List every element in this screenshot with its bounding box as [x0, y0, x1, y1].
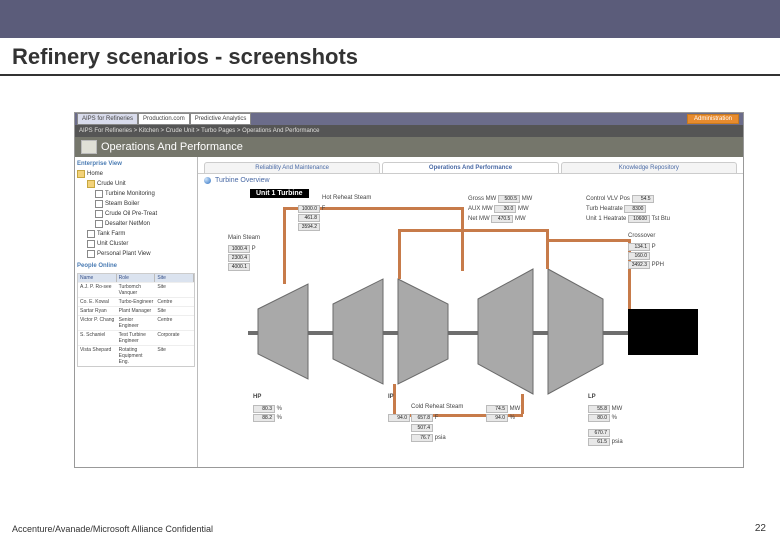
- hr-val-0: 1000.0: [298, 205, 320, 213]
- ms-val-0: 1000.4: [228, 245, 250, 253]
- sphere-icon: [204, 177, 211, 184]
- crossover-label: Crossover: [628, 233, 655, 239]
- hr-val-2: 3594.2: [298, 223, 320, 231]
- lp-val-2: 670.7: [588, 429, 610, 437]
- tree-node-4[interactable]: Crude Oil Pre-Treat: [105, 211, 157, 217]
- cr-val-0: 657.8: [411, 414, 433, 422]
- sidebar-tree: Home Crude Unit Turbine Monitoring Steam…: [77, 169, 195, 259]
- app-right-badge[interactable]: Administration: [687, 114, 739, 124]
- app-tab-0[interactable]: AIPS for Refineries: [77, 113, 138, 125]
- people-row-2[interactable]: Sartar RyanPlant ManagerSite: [78, 306, 194, 315]
- tree-node-5[interactable]: Desalter NetMon: [105, 221, 150, 227]
- lp-val-0: 55.8: [588, 405, 610, 413]
- people-row-1[interactable]: Co. E. KowalTurbo-EngineerCentre: [78, 297, 194, 306]
- tree-node-0[interactable]: Home: [87, 171, 103, 177]
- main-tabs: Reliability And Maintenance Operations A…: [198, 157, 743, 174]
- folder-icon: [77, 170, 85, 178]
- lp-label: LP: [588, 394, 596, 400]
- checkbox-icon[interactable]: [87, 240, 95, 248]
- ctrl-vlv-val: 54.5: [632, 195, 654, 203]
- overview-title: Turbine Overview: [215, 177, 270, 184]
- co-val-2: 3492.3: [628, 261, 650, 269]
- cr-val-2: 76.7: [411, 434, 433, 442]
- people-col-0: Name: [78, 274, 117, 282]
- checkbox-icon[interactable]: [95, 200, 103, 208]
- tree-node-6[interactable]: Tank Farm: [97, 231, 125, 237]
- slide-top-band: [0, 0, 780, 38]
- gross-mw-val: 500.5: [498, 195, 520, 203]
- page-title: Operations And Performance: [101, 141, 243, 153]
- people-row-4[interactable]: S. SchanielTest Turbine EngineerCorporat…: [78, 330, 194, 345]
- hp-val-0: 80.3: [253, 405, 275, 413]
- checkbox-icon[interactable]: [95, 210, 103, 218]
- checkbox-icon[interactable]: [87, 230, 95, 238]
- hp-label: HP: [253, 394, 261, 400]
- hr-val-1: 461.8: [298, 214, 320, 222]
- lp-val-3: 61.5: [588, 438, 610, 446]
- checkbox-icon[interactable]: [95, 220, 103, 228]
- people-row-0[interactable]: A.J. P. Ro-seeTurbomch VanquerSite: [78, 282, 194, 297]
- net-mw-val: 470.5: [491, 215, 513, 223]
- hp-val-1: 88.2: [253, 414, 275, 422]
- cold-reheat-label: Cold Reheat Steam: [411, 404, 463, 410]
- main-tab-0[interactable]: Reliability And Maintenance: [204, 162, 380, 173]
- people-online-header: People Online: [77, 263, 195, 269]
- tree-node-1[interactable]: Crude Unit: [97, 181, 126, 187]
- main-tab-1[interactable]: Operations And Performance: [382, 162, 558, 173]
- tree-node-2[interactable]: Turbine Monitoring: [105, 191, 155, 197]
- sidebar: Enterprise View Home Crude Unit Turbine …: [75, 157, 198, 467]
- unit-hr-val: 10600: [628, 215, 650, 223]
- turbine-diagram: Hot Reheat Steam 1000.0 F 461.8 3594.2 M…: [228, 189, 737, 461]
- cr-val-1: 507.4: [411, 424, 433, 432]
- turb-hr-val: 8300: [624, 205, 646, 213]
- tree-node-7[interactable]: Unit Cluster: [97, 241, 128, 247]
- ip-label: IP: [388, 394, 394, 400]
- main-tab-2[interactable]: Knowledge Repository: [561, 162, 737, 173]
- title-rule: [0, 74, 780, 76]
- main-steam-label: Main Steam: [228, 235, 260, 241]
- co-val-0: 134.1: [628, 243, 650, 251]
- people-row-5[interactable]: Vista ShepardRotating Equipment Eng.Site: [78, 345, 194, 366]
- app-screenshot: AIPS for Refineries Production.com Predi…: [74, 112, 744, 468]
- people-grid: Name Role Site A.J. P. Ro-seeTurbomch Va…: [77, 273, 195, 367]
- breadcrumb: AIPS For Refineries > Kitchen > Crude Un…: [75, 125, 743, 137]
- app-tabstrip: AIPS for Refineries Production.com Predi…: [75, 113, 743, 125]
- app-tab-2[interactable]: Predictive Analytics: [190, 113, 252, 125]
- people-row-3[interactable]: Victor P. ChangSenior EngineerCentre: [78, 315, 194, 330]
- folder-icon: [87, 180, 95, 188]
- tree-node-3[interactable]: Steam Boiler: [105, 201, 139, 207]
- lp-val-1: 80.0: [588, 414, 610, 422]
- ms-val-1: 2300.4: [228, 254, 250, 262]
- slide-title: Refinery scenarios - screenshots: [0, 38, 780, 72]
- main-panel: Reliability And Maintenance Operations A…: [198, 157, 743, 467]
- people-col-1: Role: [117, 274, 156, 282]
- page-title-icon: [81, 140, 97, 154]
- tree-node-8[interactable]: Personal Plant View: [97, 251, 151, 257]
- footer-text: Accenture/Avanade/Microsoft Alliance Con…: [12, 524, 213, 534]
- checkbox-icon[interactable]: [95, 190, 103, 198]
- ip-val-0: 94.0: [388, 414, 410, 422]
- page-number: 22: [755, 523, 766, 534]
- people-grid-header: Name Role Site: [78, 274, 194, 282]
- hot-reheat-label: Hot Reheat Steam: [322, 195, 371, 201]
- app-tab-1[interactable]: Production.com: [138, 113, 190, 125]
- aux-mw-val: 30.0: [494, 205, 516, 213]
- overview-heading: Turbine Overview: [198, 174, 743, 187]
- ms-val-2: 4000.1: [228, 263, 250, 271]
- people-col-2: Site: [155, 274, 194, 282]
- sidebar-header: Enterprise View: [77, 161, 195, 167]
- turbine-svg: [228, 189, 748, 479]
- checkbox-icon[interactable]: [87, 250, 95, 258]
- co-val-1: 160.0: [628, 252, 650, 260]
- page-title-bar: Operations And Performance: [75, 137, 743, 157]
